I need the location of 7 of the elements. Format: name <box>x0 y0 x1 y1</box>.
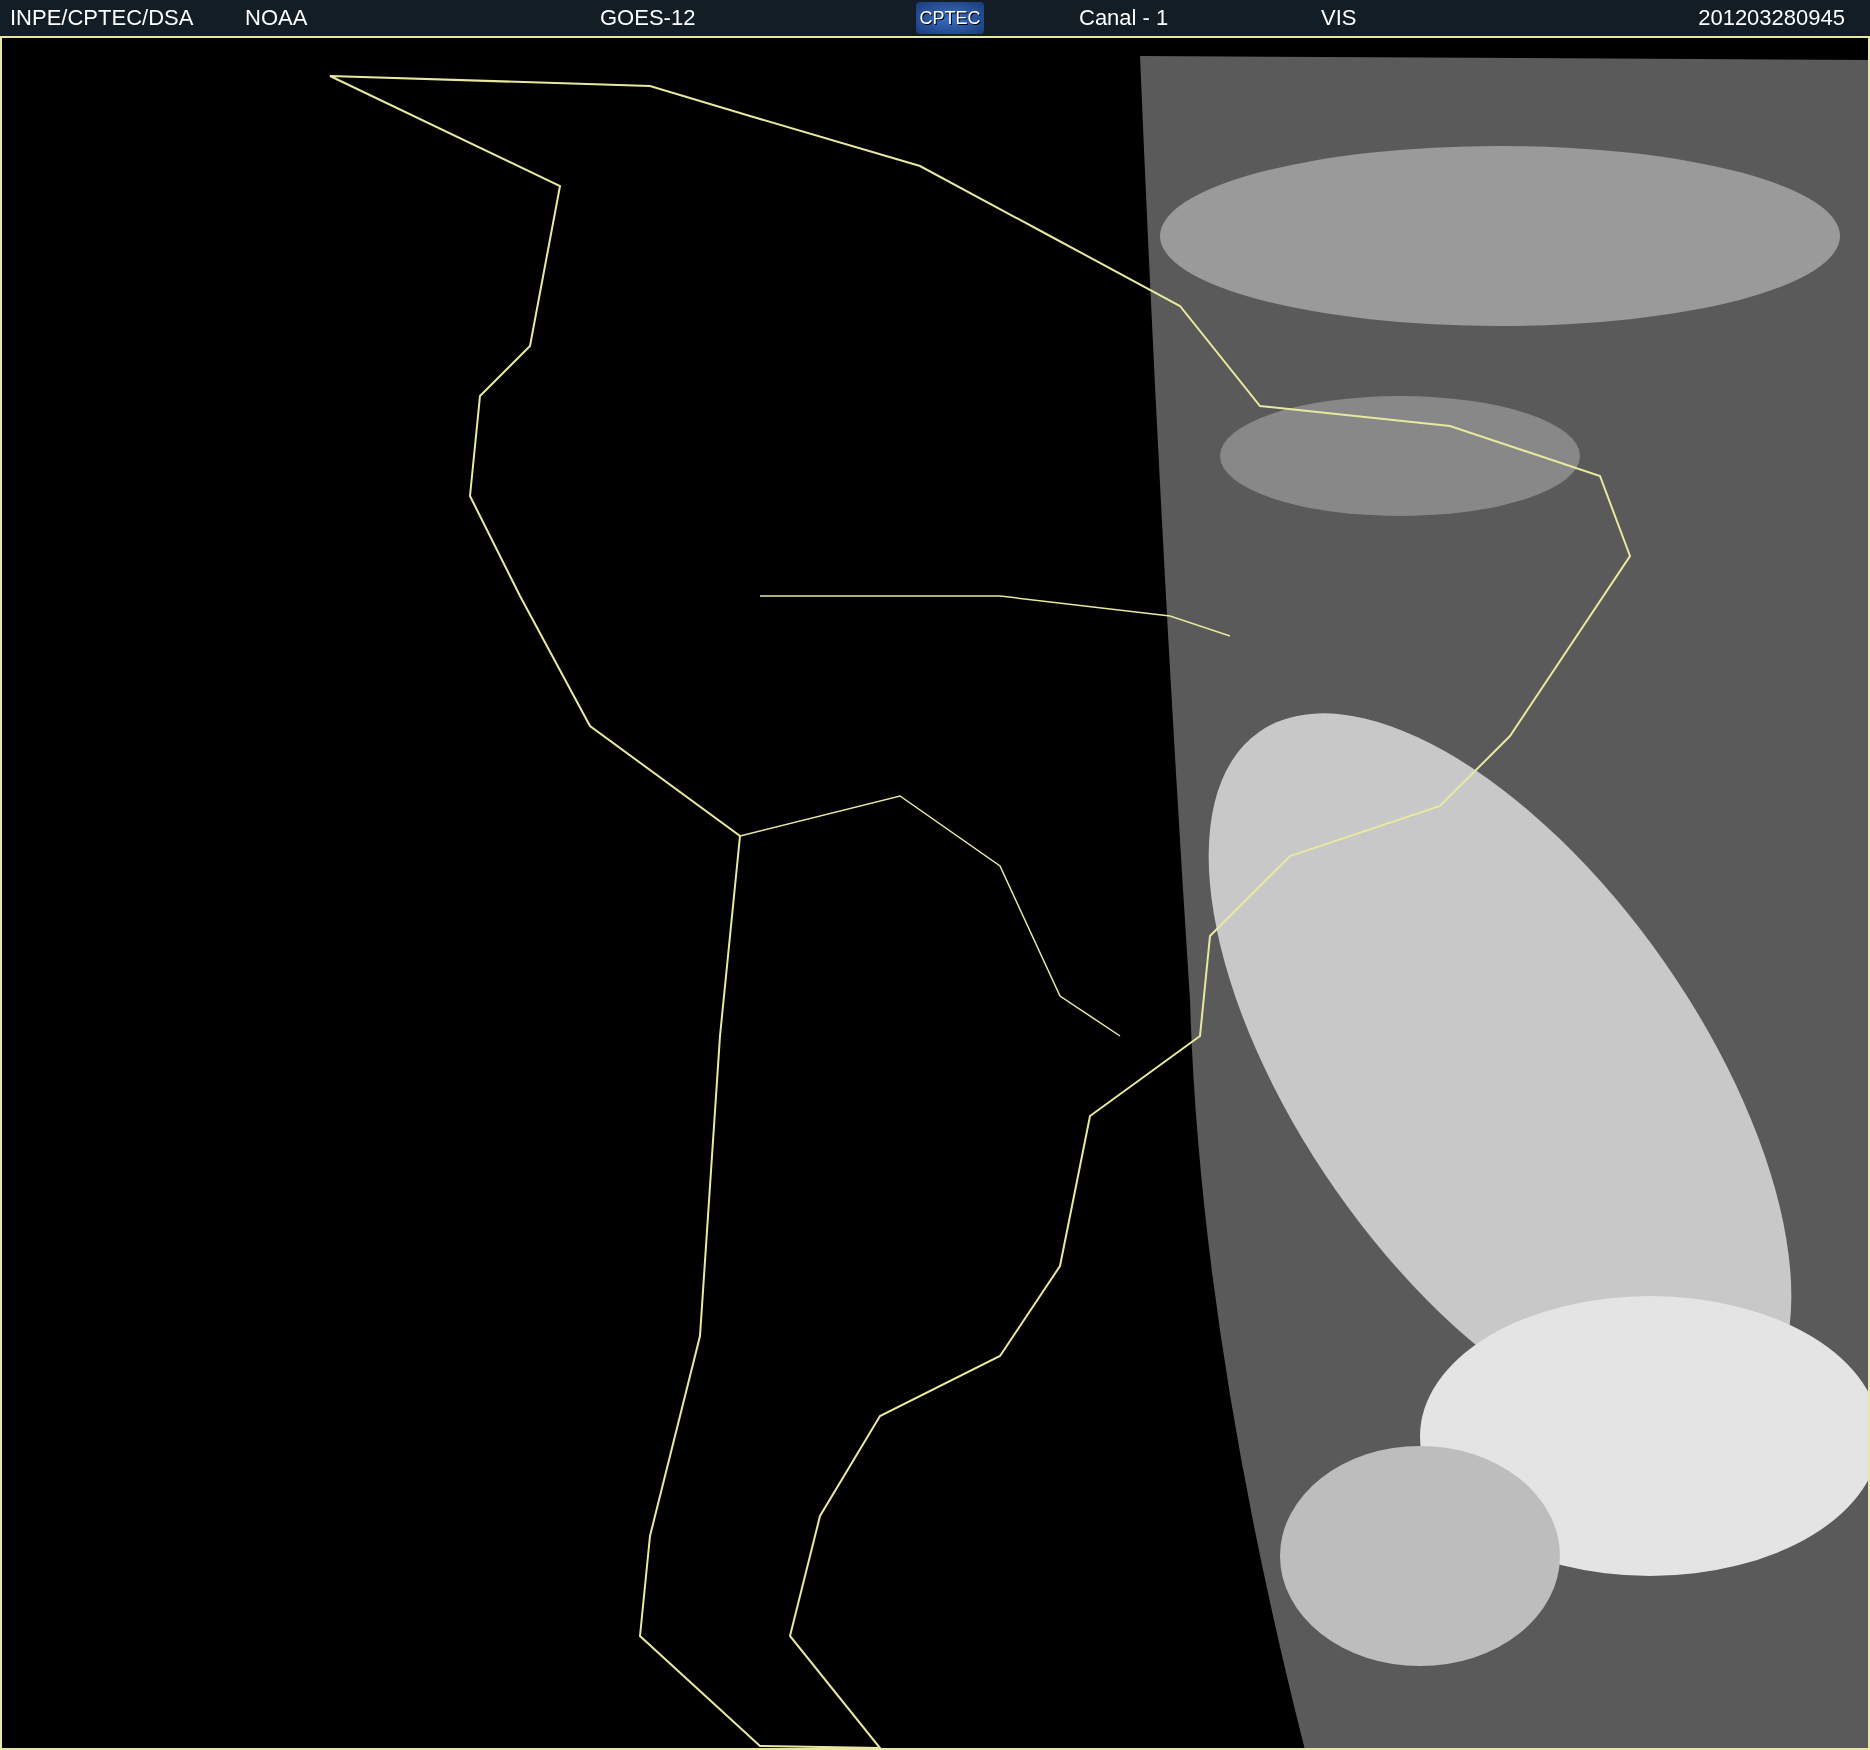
satellite-label: GOES-12 <box>600 5 697 31</box>
agency-label: NOAA <box>245 5 309 31</box>
channel-label: Canal - 1 <box>1079 5 1170 31</box>
timestamp: 201203280945 <box>1698 5 1845 31</box>
source-label: INPE/CPTEC/DSA <box>10 5 195 31</box>
logo: CPTEC <box>916 2 984 34</box>
band-label: VIS <box>1321 5 1358 31</box>
